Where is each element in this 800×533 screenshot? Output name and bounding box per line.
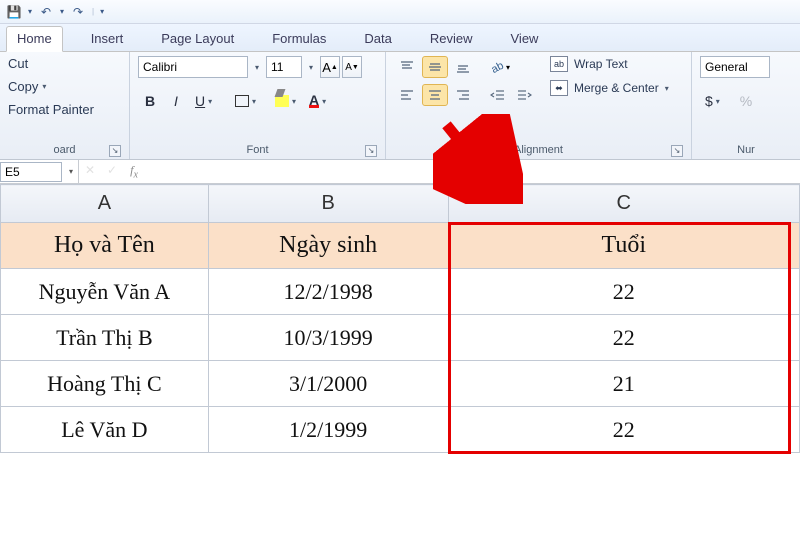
cell-B1[interactable]: Ngày sinh — [208, 223, 448, 269]
ribbon-tabs: Home Insert Page Layout Formulas Data Re… — [0, 24, 800, 52]
save-icon[interactable]: 💾 — [6, 4, 22, 20]
formula-input[interactable] — [145, 162, 800, 182]
font-dialog-launcher[interactable]: ↘ — [365, 145, 377, 157]
font-name-dropdown[interactable]: ▾ — [250, 63, 264, 72]
cell-B2[interactable]: 12/2/1998 — [208, 269, 448, 315]
italic-button[interactable]: I — [164, 90, 188, 112]
merge-center-button[interactable]: ⬌ Merge & Center ▾ — [550, 80, 669, 96]
tab-view[interactable]: View — [501, 27, 549, 51]
worksheet[interactable]: A B C Họ và Tên Ngày sinh Tuổi Nguyễn Vă… — [0, 184, 800, 453]
increase-font-size-button[interactable]: A▲ — [320, 56, 340, 78]
qat-sep: | — [92, 7, 94, 16]
cut-button[interactable]: Cut — [8, 56, 94, 71]
copy-button[interactable]: Copy▾ — [8, 79, 94, 94]
svg-text:ab: ab — [489, 60, 505, 76]
alignment-dialog-launcher[interactable]: ↘ — [671, 145, 683, 157]
redo-icon[interactable]: ↷ — [70, 4, 86, 20]
tab-home[interactable]: Home — [6, 26, 63, 52]
align-middle-button[interactable] — [422, 56, 448, 78]
cell-C4[interactable]: 21 — [448, 361, 800, 407]
tab-data[interactable]: Data — [354, 27, 401, 51]
bold-button[interactable]: B — [138, 90, 162, 112]
enter-formula-icon[interactable]: ✓ — [101, 163, 123, 180]
cell-B5[interactable]: 1/2/1999 — [208, 407, 448, 453]
border-button[interactable] — [230, 90, 262, 112]
cell-C1[interactable]: Tuổi — [448, 223, 800, 269]
increase-indent-button[interactable] — [512, 84, 536, 106]
cell-C3[interactable]: 22 — [448, 315, 800, 361]
number-group-title: Nur — [700, 141, 792, 159]
qat-customize-dropdown[interactable]: ▾ — [100, 7, 104, 16]
orientation-button[interactable]: ab▾ — [486, 56, 512, 78]
fill-color-button[interactable] — [270, 90, 302, 112]
alignment-group-title: Alignment ↘ — [394, 141, 683, 159]
accounting-format-button[interactable]: $ — [700, 90, 732, 112]
cell-C5[interactable]: 22 — [448, 407, 800, 453]
tab-insert[interactable]: Insert — [81, 27, 134, 51]
cell-A4[interactable]: Hoàng Thị C — [1, 361, 209, 407]
undo-icon[interactable]: ↶ — [38, 4, 54, 20]
format-painter-button[interactable]: Format Painter — [8, 102, 94, 117]
column-header-A[interactable]: A — [1, 185, 209, 223]
cell-A5[interactable]: Lê Văn D — [1, 407, 209, 453]
align-right-button[interactable] — [450, 84, 476, 106]
wrap-text-button[interactable]: ab Wrap Text — [550, 56, 669, 72]
align-top-button[interactable] — [394, 56, 420, 78]
wrap-text-icon: ab — [550, 56, 568, 72]
fx-icon[interactable]: fx — [123, 163, 145, 180]
decrease-indent-button[interactable] — [486, 84, 510, 106]
name-box[interactable] — [0, 162, 62, 182]
cell-B3[interactable]: 10/3/1999 — [208, 315, 448, 361]
cell-A2[interactable]: Nguyễn Văn A — [1, 269, 209, 315]
font-name-select[interactable]: Calibri — [138, 56, 248, 78]
cell-B4[interactable]: 3/1/2000 — [208, 361, 448, 407]
merge-center-icon: ⬌ — [550, 80, 568, 96]
align-center-button[interactable] — [422, 84, 448, 106]
align-left-button[interactable] — [394, 84, 420, 106]
cancel-formula-icon[interactable]: ✕ — [79, 163, 101, 180]
column-header-C[interactable]: C — [448, 185, 800, 223]
font-size-select[interactable]: 11 — [266, 56, 302, 78]
column-header-B[interactable]: B — [208, 185, 448, 223]
name-box-dropdown[interactable]: ▾ — [64, 167, 78, 176]
qat-dropdown-1[interactable]: ▾ — [28, 7, 32, 16]
font-group-title: Font ↘ — [138, 141, 377, 159]
font-color-button[interactable]: A — [304, 90, 336, 112]
align-bottom-button[interactable] — [450, 56, 476, 78]
cell-C2[interactable]: 22 — [448, 269, 800, 315]
decrease-font-size-button[interactable]: A▼ — [342, 56, 362, 78]
number-format-select[interactable]: General — [700, 56, 770, 78]
clipboard-group-title: oard ↘ — [8, 141, 121, 159]
clipboard-dialog-launcher[interactable]: ↘ — [109, 145, 121, 157]
tab-page-layout[interactable]: Page Layout — [151, 27, 244, 51]
underline-button[interactable]: U — [190, 90, 222, 112]
tab-review[interactable]: Review — [420, 27, 483, 51]
undo-dropdown[interactable]: ▾ — [60, 7, 64, 16]
tab-formulas[interactable]: Formulas — [262, 27, 336, 51]
cell-A1[interactable]: Họ và Tên — [1, 223, 209, 269]
ribbon: Cut Copy▾ Format Painter oard ↘ Calibri▾… — [0, 52, 800, 160]
font-size-dropdown[interactable]: ▾ — [304, 63, 318, 72]
cell-A3[interactable]: Trần Thị B — [1, 315, 209, 361]
formula-bar: ▾ ✕ ✓ fx — [0, 160, 800, 184]
percent-style-button[interactable]: % — [734, 90, 758, 112]
